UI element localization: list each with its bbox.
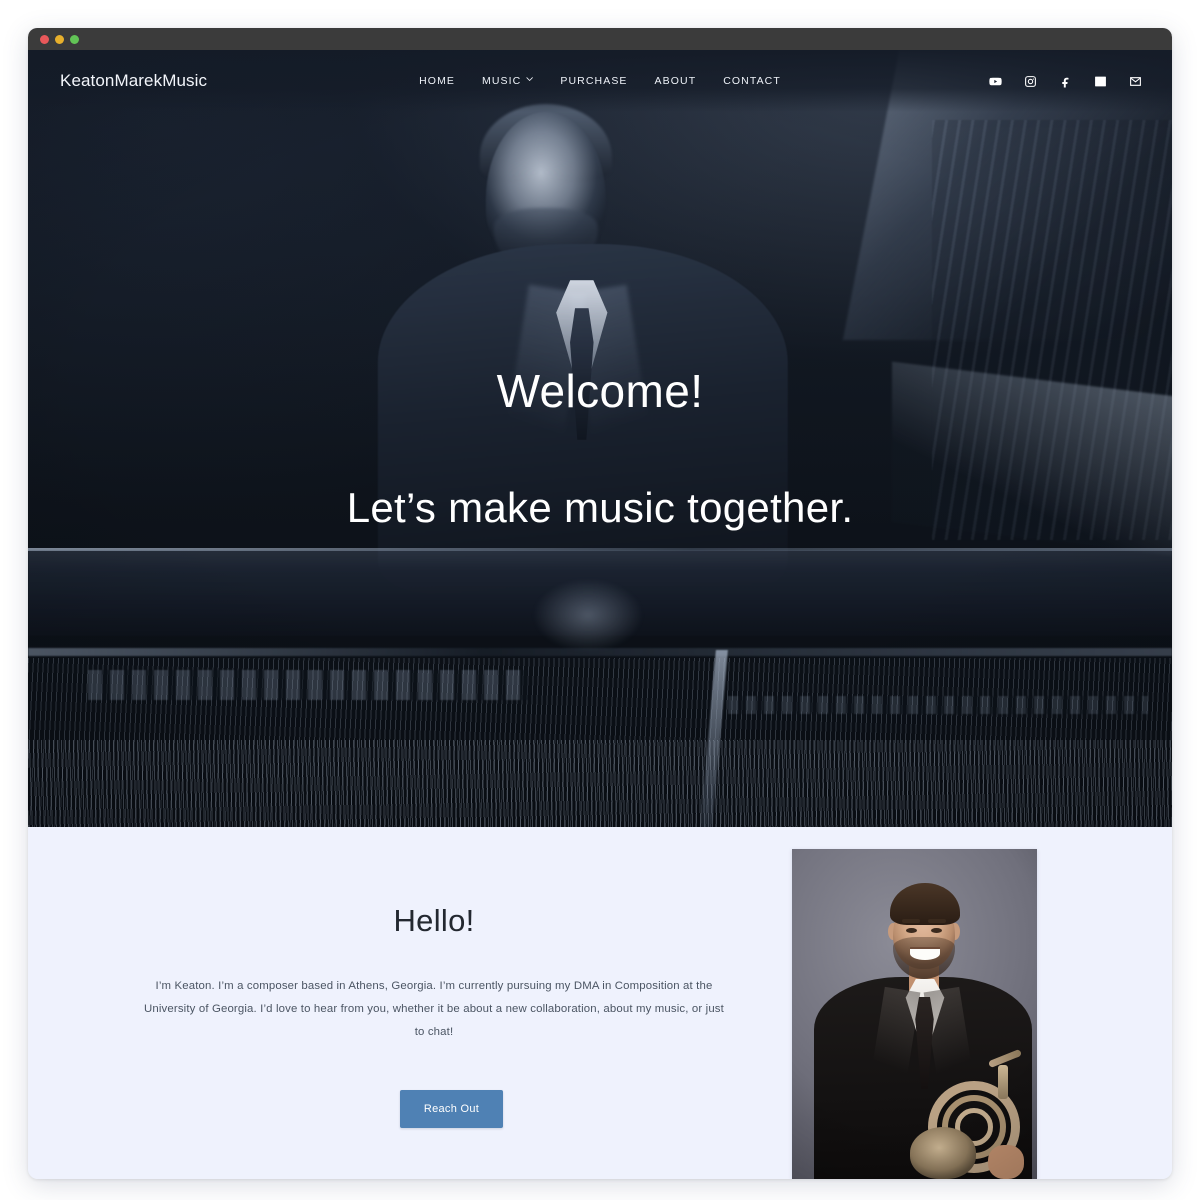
facebook-icon[interactable]: [1059, 75, 1072, 88]
hero-subtitle: Let’s make music together.: [346, 484, 854, 531]
nav-links: HOME MUSIC PURCHASE ABOUT CONTACT: [419, 75, 781, 87]
reach-out-button[interactable]: Reach Out: [400, 1090, 503, 1128]
about-section: Hello! I’m Keaton. I’m a composer based …: [28, 827, 1172, 1179]
window-maximize-button[interactable]: [70, 35, 79, 44]
youtube-icon[interactable]: [989, 75, 1002, 88]
hero-copy: Welcome! Let’s make music together.: [28, 368, 1172, 529]
nav-item-purchase-label: PURCHASE: [560, 75, 628, 87]
about-text-block: Hello! I’m Keaton. I’m a composer based …: [144, 903, 724, 1043]
page-viewport: KeatonMarekMusic HOME MUSIC PURCHASE ABO…: [28, 50, 1172, 1179]
portrait-photo: [792, 849, 1037, 1179]
nav-item-contact-label: CONTACT: [723, 75, 781, 87]
portrait-vignette: [792, 849, 1037, 1179]
window-minimize-button[interactable]: [55, 35, 64, 44]
nav-item-music[interactable]: MUSIC: [482, 75, 534, 87]
social-links: [989, 75, 1142, 88]
nav-item-about[interactable]: ABOUT: [655, 75, 697, 87]
nav-item-home-label: HOME: [419, 75, 456, 87]
browser-window: KeatonMarekMusic HOME MUSIC PURCHASE ABO…: [28, 28, 1172, 1179]
hero-section: KeatonMarekMusic HOME MUSIC PURCHASE ABO…: [28, 50, 1172, 827]
nav-item-purchase[interactable]: PURCHASE: [560, 75, 627, 87]
browser-titlebar: [28, 28, 1172, 50]
nav-item-home[interactable]: HOME: [419, 75, 455, 87]
window-close-button[interactable]: [40, 35, 49, 44]
top-navigation: KeatonMarekMusic HOME MUSIC PURCHASE ABO…: [28, 50, 1172, 112]
email-icon[interactable]: [1129, 75, 1142, 88]
about-paragraph: I’m Keaton. I’m a composer based in Athe…: [144, 980, 724, 1038]
nav-item-about-label: ABOUT: [654, 75, 697, 87]
nav-item-contact[interactable]: CONTACT: [723, 75, 781, 87]
hero-title: Welcome!: [496, 365, 704, 417]
site-logo[interactable]: KeatonMarekMusic: [60, 71, 207, 91]
nav-item-music-label: MUSIC: [482, 75, 522, 87]
instagram-icon[interactable]: [1024, 75, 1037, 88]
chevron-down-icon: [526, 76, 534, 84]
about-heading: Hello!: [393, 903, 475, 938]
linkedin-icon[interactable]: [1094, 75, 1107, 88]
